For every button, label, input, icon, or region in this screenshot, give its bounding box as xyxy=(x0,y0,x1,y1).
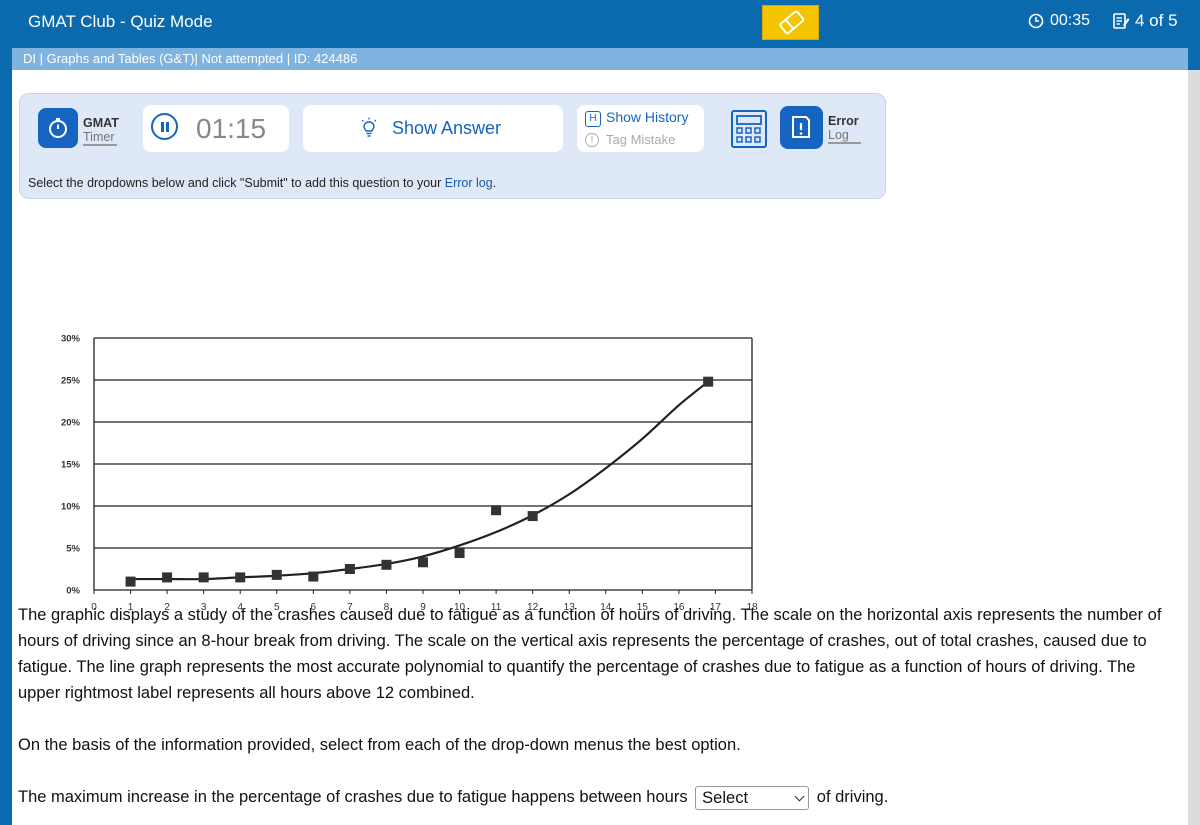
data-point xyxy=(308,571,319,582)
y-tick-label: 20% xyxy=(61,418,81,429)
toolbox: GMAT Timer 01:15 Show Answer H Show Hist… xyxy=(19,93,886,199)
top-bar: GMAT Club - Quiz Mode 00:35 4 of 5 xyxy=(0,0,1200,44)
error-subtitle: Log xyxy=(828,128,861,144)
data-point xyxy=(418,557,428,568)
data-point xyxy=(271,569,282,580)
error-log-label: Error Log xyxy=(828,114,861,144)
calculator-icon[interactable] xyxy=(730,109,768,149)
eraser-button[interactable] xyxy=(762,5,819,40)
data-point xyxy=(454,548,465,559)
y-tick-label: 25% xyxy=(61,376,81,387)
data-point xyxy=(491,505,502,516)
error-log-link[interactable]: Error log xyxy=(445,176,493,190)
data-point xyxy=(162,572,173,583)
history-card: H Show History ! Tag Mistake xyxy=(577,105,704,152)
dropdown-value: Select xyxy=(702,788,749,807)
error-title: Error xyxy=(828,114,859,128)
timer-title: GMAT xyxy=(83,116,119,130)
instruction-text: Select the dropdowns below and click "Su… xyxy=(28,176,496,190)
error-log-button[interactable] xyxy=(780,106,823,149)
instruction-suffix: . xyxy=(492,176,497,190)
pause-icon[interactable] xyxy=(151,113,178,140)
hours-dropdown[interactable]: Select xyxy=(695,785,810,810)
progress-label: 4 of 5 xyxy=(1135,11,1178,30)
stopwatch-icon xyxy=(49,118,67,138)
trend-line xyxy=(130,380,709,581)
lightbulb-icon xyxy=(361,117,377,137)
notes-icon xyxy=(1113,13,1130,29)
data-point xyxy=(198,572,209,583)
elapsed-timer: 00:35 xyxy=(1028,12,1090,30)
question-panel: GMAT Timer 01:15 Show Answer H Show Hist… xyxy=(12,70,1188,825)
data-point xyxy=(125,576,136,587)
question-stimulus: The graphic displays a study of the cras… xyxy=(18,606,1162,702)
data-point xyxy=(381,559,392,570)
y-tick-label: 0% xyxy=(66,586,80,597)
breadcrumb: DI | Graphs and Tables (G&T)| Not attemp… xyxy=(12,48,1188,70)
history-key-icon: H xyxy=(585,111,601,127)
scrollbar[interactable] xyxy=(1188,70,1200,825)
y-tick-label: 30% xyxy=(61,334,81,345)
data-point xyxy=(344,564,355,574)
statement-suffix: of driving. xyxy=(816,788,889,806)
clock-icon xyxy=(1028,13,1044,29)
instruction-prefix: Select the dropdowns below and click "Su… xyxy=(28,176,445,190)
show-history-button[interactable]: Show History xyxy=(606,109,688,125)
gmat-timer-label: GMAT Timer xyxy=(83,116,119,146)
chevron-down-icon xyxy=(794,791,805,802)
exclamation-icon: ! xyxy=(585,133,599,147)
tag-mistake-button[interactable]: Tag Mistake xyxy=(606,132,675,147)
y-tick-label: 15% xyxy=(61,460,81,471)
timer-subtitle: Timer xyxy=(83,130,118,146)
fatigue-crash-chart: 0%5%10%15%20%25%30%0 1 2 3 4 5 6 7 8 9 10 11 12 13 14 1… xyxy=(61,334,758,614)
y-tick-label: 5% xyxy=(66,544,80,555)
app-title: GMAT Club - Quiz Mode xyxy=(28,12,213,31)
question-instruction: On the basis of the information provided… xyxy=(18,736,741,754)
gmat-timer-button[interactable] xyxy=(38,108,78,148)
show-answer-label: Show Answer xyxy=(392,118,502,138)
timer-display: 01:15 xyxy=(143,105,289,152)
data-point xyxy=(235,572,246,583)
elapsed-time: 00:35 xyxy=(1050,12,1091,29)
show-answer-button[interactable]: Show Answer xyxy=(303,105,563,152)
question-statement: The maximum increase in the percentage o… xyxy=(18,784,1178,810)
question-progress: 4 of 5 xyxy=(1112,11,1178,31)
error-log-icon xyxy=(792,116,810,138)
statement-prefix: The maximum increase in the percentage o… xyxy=(18,788,688,806)
eraser-icon xyxy=(779,10,805,35)
y-tick-label: 10% xyxy=(61,502,81,513)
data-point xyxy=(527,511,538,522)
clock-value: 01:15 xyxy=(196,113,267,144)
data-point xyxy=(703,376,714,387)
